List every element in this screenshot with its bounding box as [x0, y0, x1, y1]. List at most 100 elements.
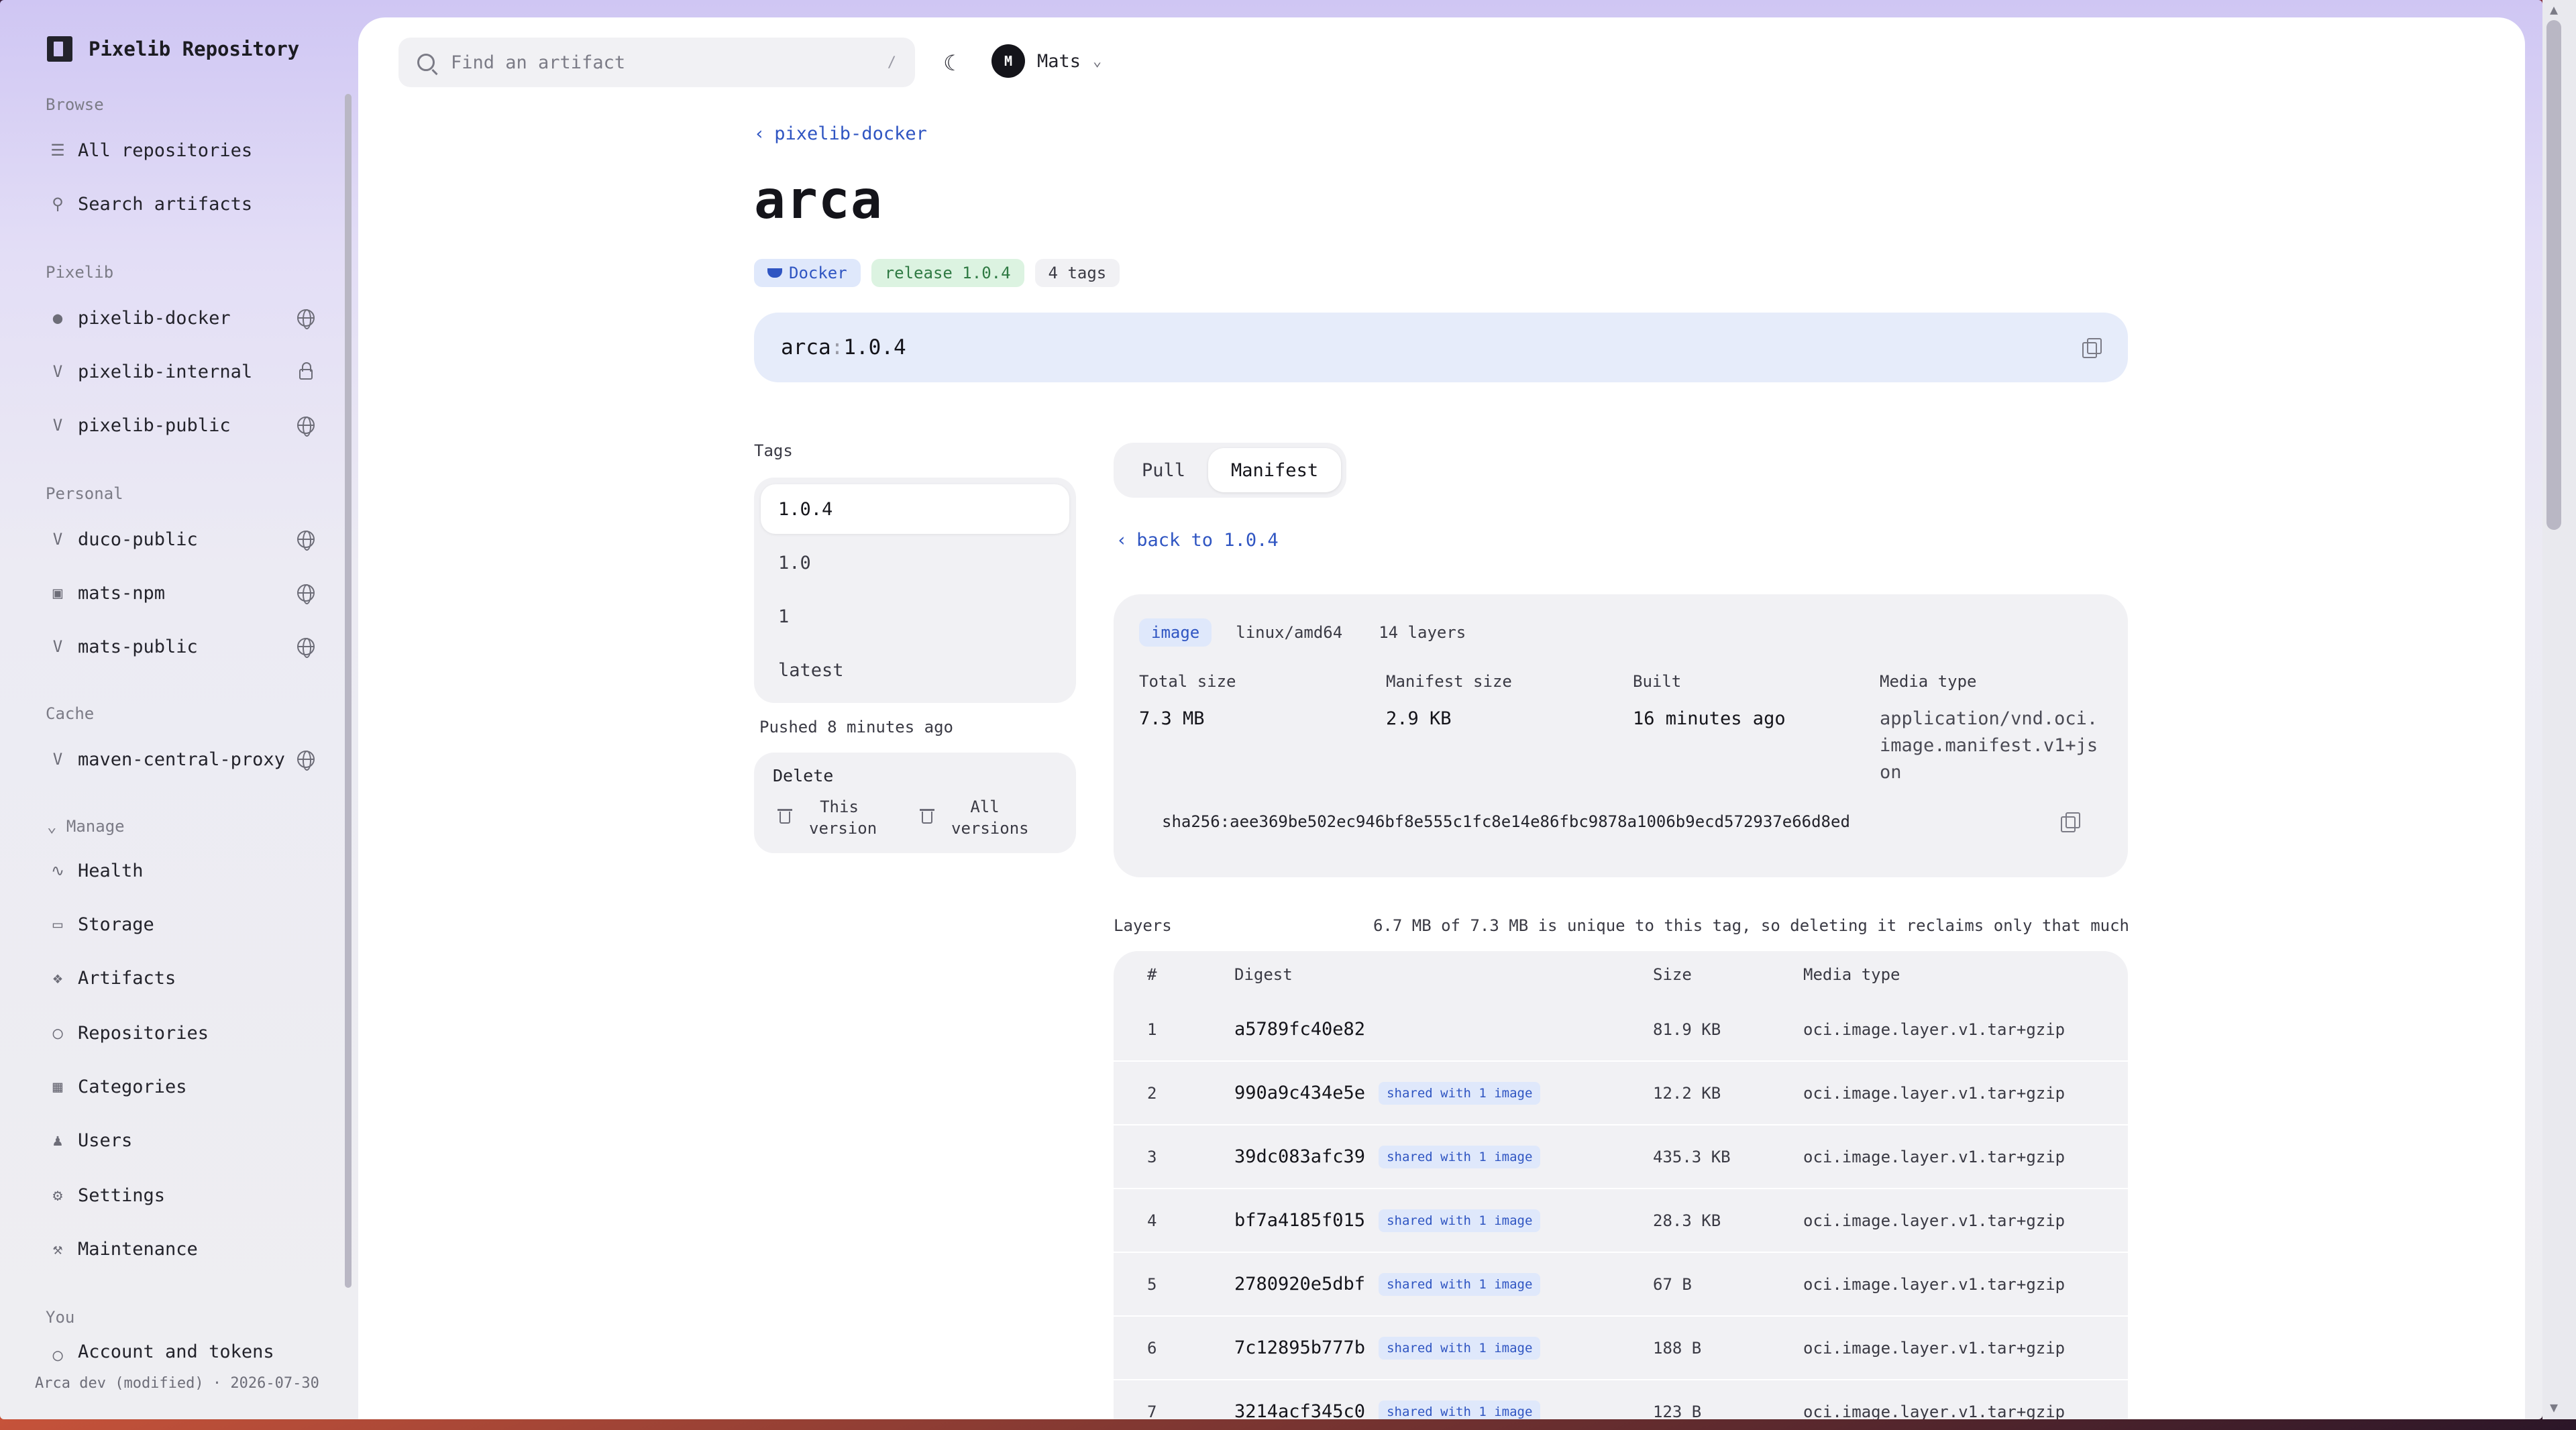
users-icon: ♟ [52, 1131, 63, 1150]
sidebar-item-pixelib-internal[interactable]: V pixelib-internal [44, 351, 319, 392]
docker-icon: ● [52, 309, 63, 327]
brand[interactable]: Pixelib Repository [47, 36, 299, 62]
shared-badge: shared with 1 image [1379, 1400, 1541, 1419]
sidebar-item-all-repositories[interactable]: ☰ All repositories [44, 130, 319, 170]
stat-manifest-size: Manifest size 2.9 KB [1386, 672, 1512, 732]
shared-badge: shared with 1 image [1379, 1272, 1541, 1296]
breadcrumb-link[interactable]: pixelib-docker [774, 123, 927, 144]
delete-all-versions-button[interactable]: All versions [915, 796, 1057, 839]
release-badge: release 1.0.4 [871, 259, 1024, 287]
shared-badge: shared with 1 image [1379, 1209, 1541, 1232]
sidebar-item-repositories[interactable]: ◯ Repositories [44, 1013, 319, 1053]
delete-this-version-label: This version [809, 798, 877, 838]
npm-icon: ▣ [52, 584, 63, 602]
sidebar-item-label: pixelib-internal [78, 361, 253, 382]
app-window: Pixelib Repository Browse ☰ All reposito… [0, 0, 2542, 1419]
sidebar-item-label: maven-central-proxy [78, 749, 285, 770]
tag-item-latest[interactable]: latest [761, 645, 1069, 695]
table-row[interactable]: 3 39dc083afc39 shared with 1 image 435.3 KB… [1114, 1125, 2128, 1189]
copy-icon[interactable] [2061, 812, 2080, 832]
section-personal: Personal [46, 484, 123, 503]
delete-this-version-button[interactable]: This version [773, 796, 915, 839]
layer-media-type: oci.image.layer.v1.tar+gzip [1803, 1020, 2065, 1039]
layers-heading: Layers [1114, 916, 1172, 935]
layer-index: 5 [1147, 1274, 1157, 1294]
table-row[interactable]: 7 3214acf345c0 shared with 1 image 123 B oci… [1114, 1380, 2128, 1419]
search-bar[interactable]: / [398, 38, 915, 87]
sidebar-item-storage[interactable]: ▭ Storage [44, 904, 319, 944]
stat-media-type: Media type application/vnd.oci.image.man… [1880, 672, 2108, 786]
ref-tag: 1.0.4 [843, 335, 906, 360]
table-row[interactable]: 5 2780920e5dbf shared with 1 image 67 B oci.… [1114, 1253, 2128, 1317]
page-scrollbar-thumb[interactable] [2546, 20, 2561, 530]
layers-table: # Digest Size Media type 1 a5789fc40e82 81… [1114, 951, 2128, 1419]
back-link-label: back to 1.0.4 [1136, 530, 1279, 551]
column-header: Digest [1234, 965, 1293, 984]
copy-icon[interactable] [2082, 338, 2102, 358]
manifest-card: image linux/amd64 14 layers Total size 7… [1114, 594, 2128, 877]
table-row[interactable]: 4 bf7a4185f015 shared with 1 image 28.3 KB o… [1114, 1189, 2128, 1253]
layer-size: 28.3 KB [1653, 1211, 1721, 1230]
page-title: arca [754, 170, 883, 231]
theme-toggle-moon-icon[interactable]: ☾ [936, 50, 963, 76]
globe-icon [292, 305, 319, 331]
back-to-tag-link[interactable]: ‹ back to 1.0.4 [1116, 530, 1279, 551]
search-input[interactable] [451, 52, 888, 73]
trash-icon [777, 809, 792, 824]
layer-index: 4 [1147, 1211, 1157, 1230]
chevron-down-icon: ⌄ [47, 817, 57, 836]
layer-size: 188 B [1653, 1338, 1702, 1358]
scroll-up-icon[interactable]: ▲ [2545, 1, 2563, 17]
sidebar-item-account[interactable]: ◯ Account and tokens [44, 1341, 319, 1366]
manifest-digest: sha256:aee369be502ec946bf8e555c1fc8e14e8… [1162, 812, 1850, 831]
globe-icon [292, 746, 319, 773]
layer-index: 3 [1147, 1147, 1157, 1166]
ref-separator: : [830, 335, 844, 360]
tag-item-1.0[interactable]: 1.0 [761, 538, 1069, 588]
sidebar-item-health[interactable]: ∿ Health [44, 850, 319, 891]
sidebar-item-categories[interactable]: ▦ Categories [44, 1066, 319, 1107]
sidebar-item-maintenance[interactable]: ⚒ Maintenance [44, 1229, 319, 1269]
section-cache: Cache [46, 704, 95, 723]
sidebar-scrollbar[interactable] [345, 94, 352, 1288]
tab-manifest[interactable]: Manifest [1208, 448, 1342, 492]
sidebar-item-maven-central-proxy[interactable]: V maven-central-proxy [44, 739, 319, 779]
sidebar-item-label: pixelib-docker [78, 307, 231, 329]
column-header: Size [1653, 965, 1692, 984]
user-menu[interactable]: M Mats ⌄ [991, 44, 1102, 78]
layer-index: 7 [1147, 1402, 1157, 1420]
stat-label: Media type [1880, 672, 1977, 691]
tags-heading: Tags [754, 441, 793, 460]
stat-value: 16 minutes ago [1633, 708, 1786, 729]
sidebar-item-pixelib-public[interactable]: V pixelib-public [44, 405, 319, 445]
tags-list: 1.0.4 1.0 1 latest [754, 478, 1076, 703]
sidebar-item-mats-npm[interactable]: ▣ mats-npm [44, 573, 319, 613]
breadcrumb[interactable]: ‹ pixelib-docker [754, 123, 927, 144]
stat-value: 7.3 MB [1139, 708, 1205, 729]
sidebar-item-settings[interactable]: ⚙ Settings [44, 1175, 319, 1215]
section-manage[interactable]: ⌄ Manage [47, 817, 125, 836]
sidebar-item-duco-public[interactable]: V duco-public [44, 519, 319, 559]
sidebar-item-artifacts[interactable]: ❖ Artifacts [44, 958, 319, 998]
sidebar-item-mats-public[interactable]: V mats-public [44, 626, 319, 667]
sidebar-item-pixelib-docker[interactable]: ● pixelib-docker [44, 298, 319, 338]
scroll-down-icon[interactable]: ▼ [2545, 1399, 2563, 1415]
table-row[interactable]: 2 990a9c434e5e shared with 1 image 12.2 KB o… [1114, 1062, 2128, 1125]
table-row[interactable]: 1 a5789fc40e82 81.9 KB oci.image.layer.v1.t… [1114, 998, 2128, 1062]
table-row[interactable]: 6 7c12895b777b shared with 1 image 188 B oci… [1114, 1317, 2128, 1380]
globe-icon [292, 526, 319, 553]
docker-icon [767, 268, 782, 278]
sidebar-item-label: Account and tokens [78, 1341, 274, 1362]
sidebar-item-users[interactable]: ♟ Users [44, 1120, 319, 1160]
tag-item-1[interactable]: 1 [761, 592, 1069, 641]
delete-all-versions-label: All versions [951, 798, 1029, 838]
image-reference-bar: arca:1.0.4 [754, 313, 2128, 382]
maven-icon: V [52, 530, 63, 549]
sidebar-item-label: Categories [78, 1076, 187, 1097]
stat-value: application/vnd.oci.image.manifest.v1+js… [1880, 708, 2098, 783]
delete-title: Delete [773, 766, 834, 785]
tab-pull[interactable]: Pull [1119, 448, 1208, 492]
tag-item-1.0.4[interactable]: 1.0.4 [761, 484, 1069, 534]
sidebar-item-search-artifacts[interactable]: ⚲ Search artifacts [44, 184, 319, 224]
categories-icon: ▦ [52, 1077, 63, 1096]
